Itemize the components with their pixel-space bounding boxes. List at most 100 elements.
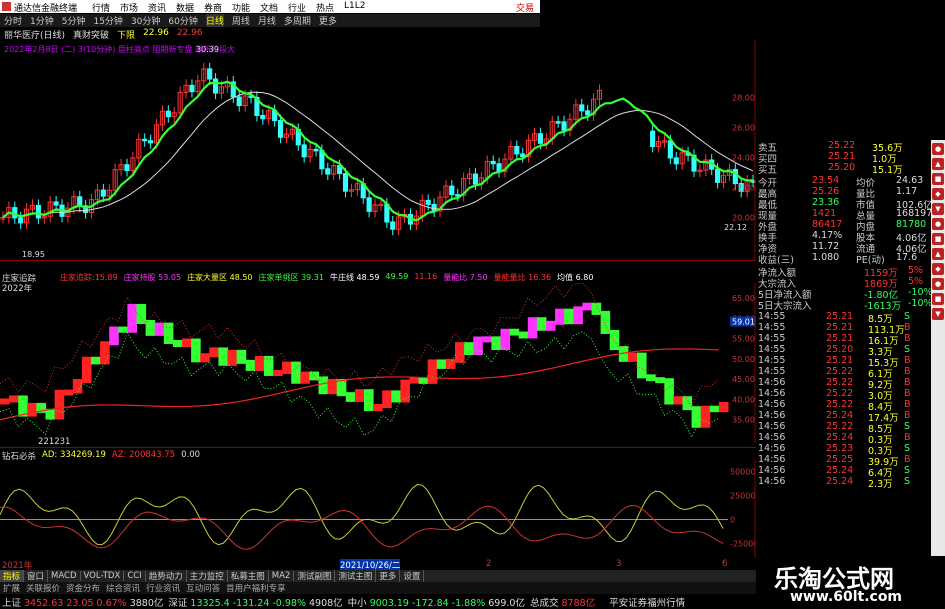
trade-button[interactable]: 交易 — [516, 1, 534, 14]
tick-row: 14:56 25.25 39.9万 B — [756, 454, 930, 468]
candle-body — [325, 168, 331, 175]
menu-item[interactable]: 行情 — [92, 1, 120, 14]
tick-row: 14:55 25.22 6.1万 B — [756, 366, 930, 380]
quote-cell: 14:56 — [758, 421, 786, 432]
period-tab[interactable]: 更多 — [319, 14, 337, 27]
indicator-block — [691, 406, 702, 428]
extension-tab[interactable]: 首用户福利专享 — [223, 582, 289, 594]
indicator-tab[interactable]: 窗口 — [24, 570, 49, 582]
menu-item[interactable]: 文档 — [260, 1, 288, 14]
menu-item[interactable]: 市场 — [120, 1, 148, 14]
tool-icon[interactable]: ■ — [932, 293, 944, 305]
index-quote[interactable]: 深证 13325.4 -131.24 -0.98% 4908亿 — [168, 595, 342, 609]
tool-icon[interactable]: ▲ — [932, 248, 944, 260]
indicator-tab[interactable]: 测试副图 — [294, 570, 336, 582]
indicator-tab[interactable]: 指标 — [0, 570, 25, 582]
index-quote[interactable]: 总成交 8788亿 — [530, 595, 604, 609]
menu-item[interactable]: 热点 — [316, 1, 344, 14]
candlestick-chart[interactable]: 28.00 26.00 24.00 22.00 20.00 30.39 18.95 22.12 — [0, 40, 756, 260]
right-toolbar: ● ▲ ■ ◆ ▼ ● ■ ▲ ◆ ● ■ ▼ — [931, 140, 945, 580]
indicator-tab[interactable]: MA2 — [269, 571, 295, 581]
candle-body — [520, 153, 526, 158]
quote-cell: 14:56 — [758, 465, 786, 476]
period-tab[interactable]: 月线 — [258, 14, 276, 27]
sub1-k4: 庄家单挑区 39.31 — [258, 273, 324, 282]
indicator-tab[interactable]: CCI — [124, 571, 146, 581]
menu-item[interactable]: 数据 — [176, 1, 204, 14]
extension-tab[interactable]: 综合资讯 — [103, 582, 143, 594]
extension-tab[interactable]: 互动问答 — [183, 582, 223, 594]
indicator-block — [409, 377, 420, 384]
tool-icon[interactable]: ▼ — [932, 308, 944, 320]
indicator-tab[interactable]: VOL-TDX — [81, 571, 125, 581]
quote-row: 收益(三) 1.080 PE(动) 17.6 — [756, 252, 930, 266]
indicator-tab[interactable]: 更多 — [376, 570, 401, 582]
quote-cell: 25.22 — [826, 399, 854, 410]
tool-icon[interactable]: ■ — [932, 233, 944, 245]
sub1-k5: 牛庄线 48.59 — [329, 273, 380, 282]
index-quote[interactable]: 上证 3452.63 23.05 0.67% 3880亿 — [2, 595, 163, 609]
period-tab[interactable]: 1分钟 — [30, 14, 54, 27]
indicator-block — [427, 359, 438, 384]
tool-icon[interactable]: ◆ — [932, 188, 944, 200]
period-tab[interactable]: 15分钟 — [93, 14, 122, 27]
tool-icon[interactable]: ● — [932, 278, 944, 290]
quote-cell: 25.23 — [826, 443, 854, 454]
quote-cell: 23.36 — [812, 197, 840, 208]
indicator-tab[interactable]: 测试主图 — [335, 570, 377, 582]
period-tab[interactable]: 5分钟 — [62, 14, 86, 27]
tool-icon[interactable]: ■ — [932, 173, 944, 185]
indicator-block — [518, 331, 529, 339]
extension-tab[interactable]: 资金分布 — [63, 582, 103, 594]
candle-body — [213, 78, 219, 94]
extension-tab[interactable]: 关联报价 — [23, 582, 63, 594]
indicator-block — [191, 338, 201, 363]
indicator-block — [27, 402, 37, 417]
tool-icon[interactable]: ▲ — [932, 158, 944, 170]
quote-cell: B — [904, 355, 911, 366]
tool-icon[interactable]: ◆ — [932, 263, 944, 275]
period-tab[interactable]: 分时 — [4, 14, 22, 27]
diamond-indicator-chart[interactable]: 50000 25000 0 -25000 — [0, 460, 756, 558]
period-tab[interactable]: 周线 — [232, 14, 250, 27]
candle-body — [585, 110, 591, 116]
indicator-block — [509, 328, 520, 336]
indicator-block — [637, 352, 647, 379]
indicator-tab[interactable]: 趋势动力 — [146, 570, 187, 582]
indicator-block — [345, 392, 356, 402]
candle-body — [490, 160, 496, 165]
menu-item[interactable]: 券商 — [204, 1, 232, 14]
quote-cell: S — [904, 344, 911, 355]
period-tab[interactable]: 30分钟 — [131, 14, 160, 27]
sub2-axis-label: 25000 — [730, 492, 755, 501]
tick-row: 14:56 25.22 8.4万 B — [756, 399, 930, 413]
indicator-tab[interactable]: 主力监控 — [187, 570, 228, 582]
indicator-tab[interactable]: 私募主图 — [228, 570, 269, 582]
indicator-block — [182, 338, 192, 347]
candle-body — [732, 168, 738, 185]
extension-tab[interactable]: 行业资讯 — [143, 582, 183, 594]
quote-cell: 25.26 — [812, 186, 840, 197]
candle-body — [561, 121, 567, 131]
quote-cell: 1421 — [812, 208, 837, 219]
indicator-tab[interactable]: 设置 — [400, 570, 425, 582]
zhuangjia-indicator-chart[interactable]: 65.0060.0055.0050.0045.0040.0035.0059.01 — [0, 283, 756, 443]
indicator-block — [254, 355, 265, 371]
period-tab[interactable]: 多周期 — [284, 14, 311, 27]
tool-icon[interactable]: ● — [932, 218, 944, 230]
tool-icon[interactable]: ▼ — [932, 203, 944, 215]
indicator-block — [482, 336, 492, 343]
menu-item[interactable]: 资讯 — [148, 1, 176, 14]
sub1-current-value: 59.01 — [732, 317, 755, 326]
indicator-tab[interactable]: MACD — [48, 571, 81, 581]
tool-icon[interactable]: ● — [932, 143, 944, 155]
menu-item[interactable]: 行业 — [288, 1, 316, 14]
index-quote[interactable]: 中小 9003.19 -172.84 -1.88% 699.0亿 — [348, 595, 525, 609]
menu-item[interactable]: L1L2 — [344, 1, 372, 14]
period-tab[interactable]: 日线 — [205, 14, 224, 27]
quote-cell: 15.1万 — [872, 165, 903, 176]
quote-cell: B — [904, 377, 911, 388]
period-tab[interactable]: 60分钟 — [168, 14, 197, 27]
extension-tab[interactable]: 扩展 — [0, 582, 23, 594]
menu-item[interactable]: 功能 — [232, 1, 260, 14]
